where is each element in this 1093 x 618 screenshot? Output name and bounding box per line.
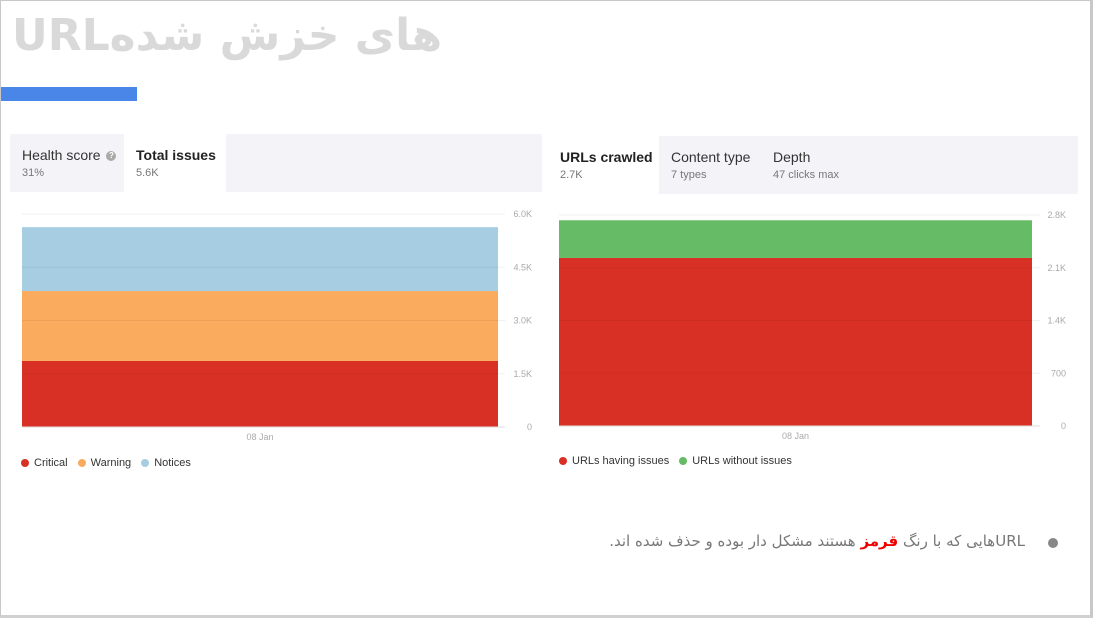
legend-label: Notices: [154, 457, 191, 469]
legend-item-critical[interactable]: Critical: [21, 457, 68, 469]
legend-item-urls-without-issues[interactable]: URLs without issues: [679, 455, 792, 467]
bar-segment-urls-having-issues[interactable]: [559, 257, 1032, 426]
legend-item-notices[interactable]: Notices: [141, 457, 191, 469]
legend-dot-icon: [21, 459, 29, 467]
legend-item-urls-having-issues[interactable]: URLs having issues: [559, 455, 669, 467]
urls-chart: 0 700 1.4K 2.1K 2.8K 08 Jan: [0, 0, 1093, 465]
bar-segment-urls-without-issues[interactable]: [559, 220, 1032, 258]
bullet-icon: [1048, 538, 1058, 548]
legend-label: Critical: [34, 457, 68, 469]
legend-dot-icon: [679, 457, 688, 465]
legend-item-warning[interactable]: Warning: [77, 457, 132, 469]
legend-label: URLs without issues: [692, 455, 792, 467]
y-tick-label: 0: [1061, 421, 1066, 431]
legend-label: URLs having issues: [572, 455, 670, 467]
note-before: URLهایی که با رنگ: [898, 532, 1025, 550]
legend-dot-icon: [141, 459, 150, 467]
y-tick-label: 2.8K: [1047, 210, 1066, 220]
y-tick-label: 1.4K: [1047, 316, 1066, 326]
note-after: هستند مشکل دار بوده و حذف شده اند.: [609, 532, 861, 550]
x-tick-label: 08 Jan: [782, 431, 809, 441]
note-text: URLهایی که با رنگ قرمز هستند مشکل دار بو…: [609, 532, 1025, 550]
urls-legend: URLs having issues URLs without issues: [559, 455, 792, 467]
note-highlight: قرمز: [860, 532, 899, 550]
issues-legend: Critical Warning Notices: [21, 457, 191, 469]
legend-dot-icon: [77, 459, 86, 467]
y-tick-label: 700: [1051, 368, 1066, 378]
legend-label: Warning: [90, 457, 132, 469]
legend-dot-icon: [559, 457, 567, 465]
urls-chart-svg: 0 700 1.4K 2.1K 2.8K 08 Jan: [559, 210, 1066, 441]
y-tick-label: 2.1K: [1047, 263, 1066, 273]
